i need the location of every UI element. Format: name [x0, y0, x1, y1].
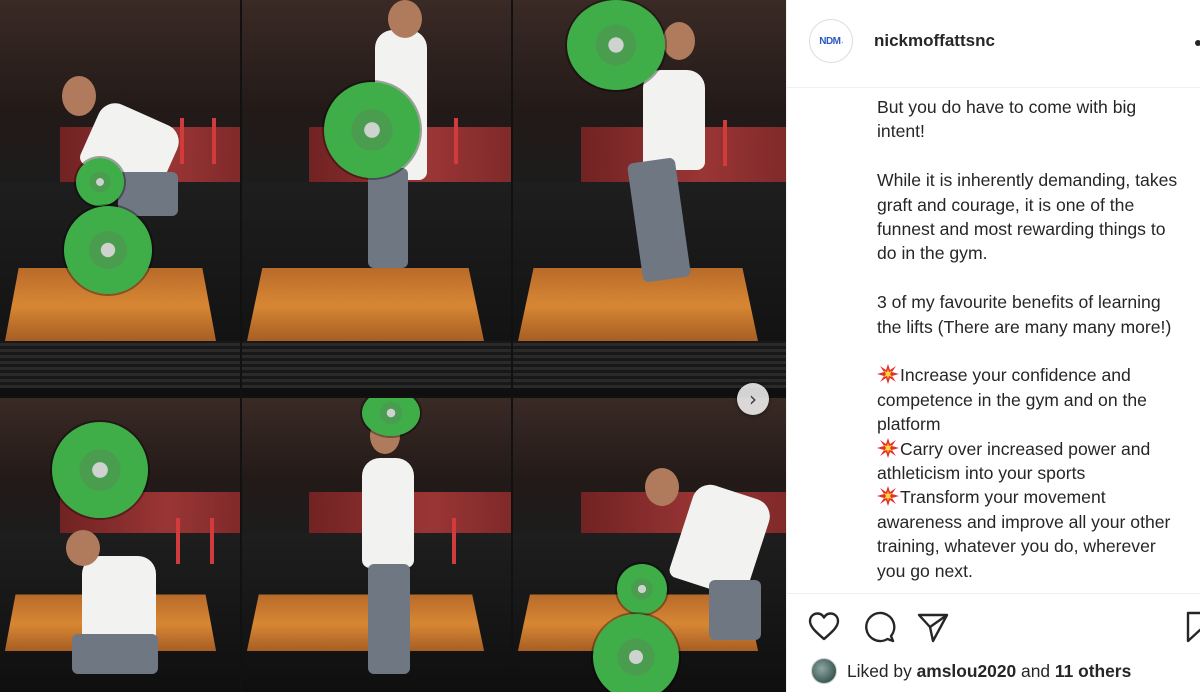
caption-line: competence in the gym and on the [877, 388, 1200, 412]
benefit-line: Increase your confidence and [877, 363, 1200, 387]
chevron-right-icon: › [749, 387, 757, 411]
comment-icon[interactable] [862, 610, 896, 644]
post-side-panel: NDM▪ nickmoffattsnc But you do have to c… [786, 0, 1200, 692]
caption-line: athleticism into your sports [877, 461, 1200, 485]
benefit-line: Carry over increased power and [877, 437, 1200, 461]
author-username[interactable]: nickmoffattsnc [874, 31, 995, 51]
caption-line: awareness and improve all your other [877, 510, 1200, 534]
video-frame-5 [242, 398, 511, 692]
post-media-collage[interactable]: › [0, 0, 786, 692]
caption-line: 3 of my favourite benefits of learning [877, 290, 1200, 314]
collision-emoji-icon [877, 364, 899, 384]
video-frame-4 [0, 398, 240, 692]
likes-text: Liked by amslou2020 and 11 others [847, 661, 1131, 682]
caption-line: intent! [877, 119, 1200, 143]
bookmark-icon[interactable] [1183, 610, 1200, 644]
caption-line: training, whatever you do, wherever [877, 534, 1200, 558]
caption-text: But you do have to come with big intent!… [877, 95, 1200, 583]
post-actions: Liked by amslou2020 and 11 others [787, 593, 1200, 692]
benefit-line: Transform your movement [877, 485, 1200, 509]
caption-line: But you do have to come with big [877, 95, 1200, 119]
post-header: NDM▪ nickmoffattsnc [787, 0, 1200, 88]
caption-line: do in the gym. [877, 241, 1200, 265]
caption-line: funnest and most rewarding things to [877, 217, 1200, 241]
next-media-button[interactable]: › [737, 383, 769, 415]
caption-line: graft and courage, it is one of the [877, 193, 1200, 217]
author-avatar[interactable]: NDM▪ [809, 19, 853, 63]
heart-icon[interactable] [807, 610, 841, 644]
collision-emoji-icon [877, 486, 899, 506]
caption-line: platform [877, 412, 1200, 436]
media-row-top [0, 0, 786, 396]
caption-line: While it is inherently demanding, takes [877, 168, 1200, 192]
video-frame-3 [513, 0, 786, 396]
share-icon[interactable] [916, 610, 950, 644]
liker-avatar[interactable] [811, 658, 837, 684]
collision-emoji-icon [877, 438, 899, 458]
caption-line: you go next. [877, 559, 1200, 583]
caption-line: the lifts (There are many many more!) [877, 315, 1200, 339]
video-frame-1 [0, 0, 240, 396]
media-row-bottom [0, 398, 786, 692]
brand-logo: NDM▪ [819, 36, 843, 47]
liker-username[interactable]: amslou2020 [917, 661, 1017, 681]
video-frame-2 [242, 0, 511, 396]
likes-others-link[interactable]: 11 others [1055, 661, 1131, 681]
post-caption: But you do have to come with big intent!… [877, 76, 1200, 588]
video-frame-6 [513, 398, 786, 692]
likes-summary: Liked by amslou2020 and 11 others [811, 656, 1131, 686]
more-options-icon[interactable] [1195, 40, 1200, 46]
